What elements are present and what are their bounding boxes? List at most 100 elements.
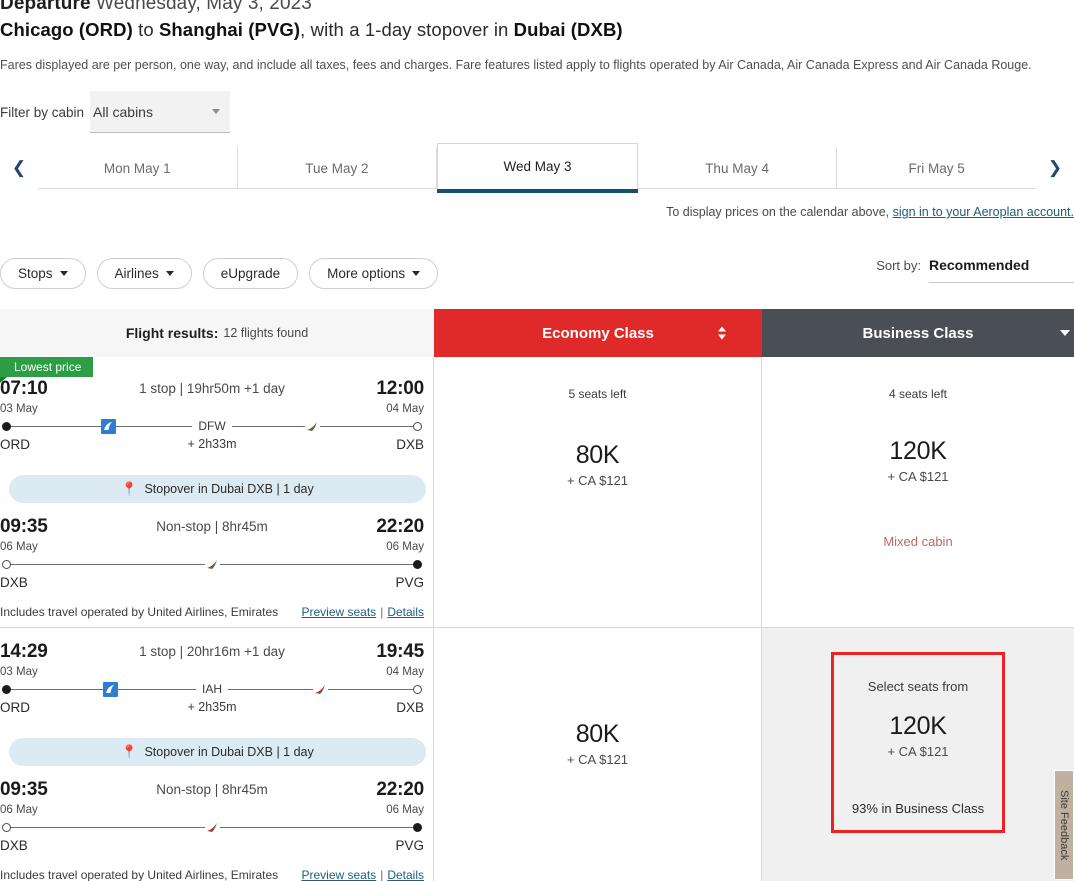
segment-summary: 1 stop | 19hr50m +1 day [139, 381, 285, 396]
origin-code: DXB [0, 838, 28, 853]
segment-timeline [0, 557, 424, 572]
segment-summary: Non-stop | 8hr45m [156, 782, 268, 797]
date-tab-mon-may-1[interactable]: Mon May 1 [38, 147, 238, 189]
mixed-cabin-note: Mixed cabin [883, 534, 953, 549]
economy-cash: + CA $121 [566, 473, 629, 488]
business-selection-box[interactable]: Select seats from 120K + CA $121 93% in … [831, 652, 1005, 833]
destination-dot-icon [413, 560, 422, 569]
airlines-filter-label: Airlines [114, 265, 159, 281]
eupgrade-filter-button[interactable]: eUpgrade [202, 257, 299, 289]
route-stopover-text: , with a 1-day stopover in [300, 19, 514, 40]
sort-by-value: Recommended [929, 257, 1074, 283]
route-to-word: to [132, 19, 159, 40]
departure-date: 03 May [0, 666, 38, 678]
segment-summary: 1 stop | 20hr16m +1 day [139, 644, 285, 659]
filter-bar: Stops Airlines eUpgrade More options Sor… [0, 257, 1074, 289]
operated-by-row: Includes travel operated by United Airli… [0, 868, 424, 881]
united-icon [103, 682, 118, 697]
departure-date: 06 May [0, 804, 38, 816]
site-feedback-tab[interactable]: Site Feedback [1054, 770, 1074, 880]
date-tab-label: Tue May 2 [305, 160, 369, 176]
signin-prompt: To display prices on the calendar above,… [0, 205, 1074, 219]
economy-class-header[interactable]: Economy Class [434, 309, 762, 357]
stops-filter-button[interactable]: Stops [0, 257, 86, 289]
origin-dot-icon [2, 823, 11, 832]
cabin-filter-select[interactable]: All cabins [90, 91, 231, 133]
flight-segment: 09:35 06 May Non-stop | 8hr45m 22:20 06 … [0, 517, 424, 597]
segment-timeline: IAH [0, 682, 424, 697]
details-link[interactable]: Details [387, 605, 424, 619]
economy-cash: + CA $121 [566, 752, 629, 767]
economy-points: 80K [575, 441, 620, 469]
departure-heading: Departure Wednesday, May 3, 2023 [0, 0, 1074, 15]
aeroplan-signin-link[interactable]: sign in to your Aeroplan account. [893, 205, 1074, 219]
preview-seats-link[interactable]: Preview seats [301, 605, 376, 619]
departure-date: Wednesday, May 3, 2023 [96, 0, 312, 14]
business-cabin-percentage: 93% in Business Class [851, 801, 985, 816]
more-options-button[interactable]: More options [309, 257, 439, 289]
segment-times: 14:29 03 May 1 stop | 20hr16m +1 day 19:… [0, 642, 424, 682]
emirates-icon [305, 419, 320, 434]
date-selector: ❮ Mon May 1 Tue May 2 Wed May 3 Thu May … [0, 143, 1074, 193]
flight-results-table: Flight results: 12 flights found Economy… [0, 309, 1074, 881]
chevron-left-icon[interactable]: ❮ [0, 147, 38, 189]
united-icon [101, 419, 116, 434]
date-tab-label: Mon May 1 [103, 160, 171, 176]
table-header-row: Flight results: 12 flights found Economy… [0, 309, 1074, 357]
economy-class-label: Economy Class [542, 324, 654, 342]
cabin-filter-label: Filter by cabin [0, 104, 85, 120]
chevron-right-icon[interactable]: ❯ [1036, 147, 1074, 189]
cabin-filter-row: Filter by cabin All cabins [0, 91, 1074, 133]
preview-seats-link[interactable]: Preview seats [301, 868, 376, 881]
page-header: Departure Wednesday, May 3, 2023 Chicago… [0, 0, 1074, 72]
destination-code: PVG [395, 575, 424, 590]
layover-duration: + 2h35m [187, 700, 237, 714]
emirates-icon [205, 820, 220, 835]
segment-codes: ORD + 2h35m DXB [0, 700, 424, 730]
flight-segment: 09:35 06 May Non-stop | 8hr45m 22:20 06 … [0, 780, 424, 860]
segment-codes: DXB PVG [0, 575, 424, 597]
segment-codes: ORD + 2h33m DXB [0, 437, 424, 467]
operated-by-text: Includes travel operated by United Airli… [0, 868, 279, 881]
table-row[interactable]: Lowest price 07:10 03 May 1 stop | 19hr5… [0, 357, 1074, 628]
layover-duration: + 2h33m [187, 437, 237, 451]
business-price-cell[interactable]: 4 seats left 120K + CA $121 Mixed cabin [762, 357, 1074, 627]
flight-segment: 07:10 03 May 1 stop | 19hr50m +1 day 12:… [0, 379, 424, 467]
origin-dot-icon [2, 560, 11, 569]
date-tab-tue-may-2[interactable]: Tue May 2 [237, 147, 438, 189]
arrival-date: 06 May [386, 804, 424, 816]
business-price-cell[interactable]: Select seats from 120K + CA $121 93% in … [762, 628, 1074, 881]
details-link[interactable]: Details [387, 868, 424, 881]
business-class-header[interactable]: Business Class [762, 309, 1074, 357]
chevron-down-icon [1060, 330, 1070, 336]
date-tab-thu-may-4[interactable]: Thu May 4 [637, 147, 838, 189]
segment-timeline [0, 820, 424, 835]
economy-points: 80K [575, 720, 620, 748]
chevron-down-icon [412, 270, 421, 276]
table-row[interactable]: 14:29 03 May 1 stop | 20hr16m +1 day 19:… [0, 628, 1074, 881]
business-cash: + CA $121 [887, 469, 949, 484]
segment-codes: DXB PVG [0, 838, 424, 860]
flight-results-label: Flight results: [125, 325, 219, 341]
sort-arrows-icon[interactable] [718, 326, 726, 340]
eupgrade-filter-label: eUpgrade [220, 265, 281, 281]
date-tab-wed-may-3[interactable]: Wed May 3 [437, 143, 638, 193]
location-pin-icon: 📍 [121, 744, 138, 759]
airlines-filter-button[interactable]: Airlines [96, 257, 192, 289]
flight-results-count: 12 flights found [223, 326, 309, 340]
emirates-icon [313, 682, 328, 697]
route-destination: Shanghai (PVG) [158, 19, 301, 40]
departure-date: 03 May [0, 403, 38, 415]
business-points: 120K [889, 437, 947, 465]
sort-by-control[interactable]: Sort by: Recommended [876, 257, 1074, 283]
business-cash: + CA $121 [887, 744, 949, 759]
fare-disclaimer: Fares displayed are per person, one way,… [0, 58, 1032, 72]
route-origin: Chicago (ORD) [0, 19, 133, 40]
economy-price-cell[interactable]: 80K + CA $121 [434, 628, 762, 881]
business-points: 120K [889, 712, 947, 740]
origin-code: DXB [0, 575, 28, 590]
stopover-text: Stopover in Dubai DXB | 1 day [144, 745, 314, 759]
economy-price-cell[interactable]: 5 seats left 80K + CA $121 [434, 357, 762, 627]
date-tab-fri-may-5[interactable]: Fri May 5 [837, 147, 1036, 189]
segment-times: 09:35 06 May Non-stop | 8hr45m 22:20 06 … [0, 780, 424, 820]
